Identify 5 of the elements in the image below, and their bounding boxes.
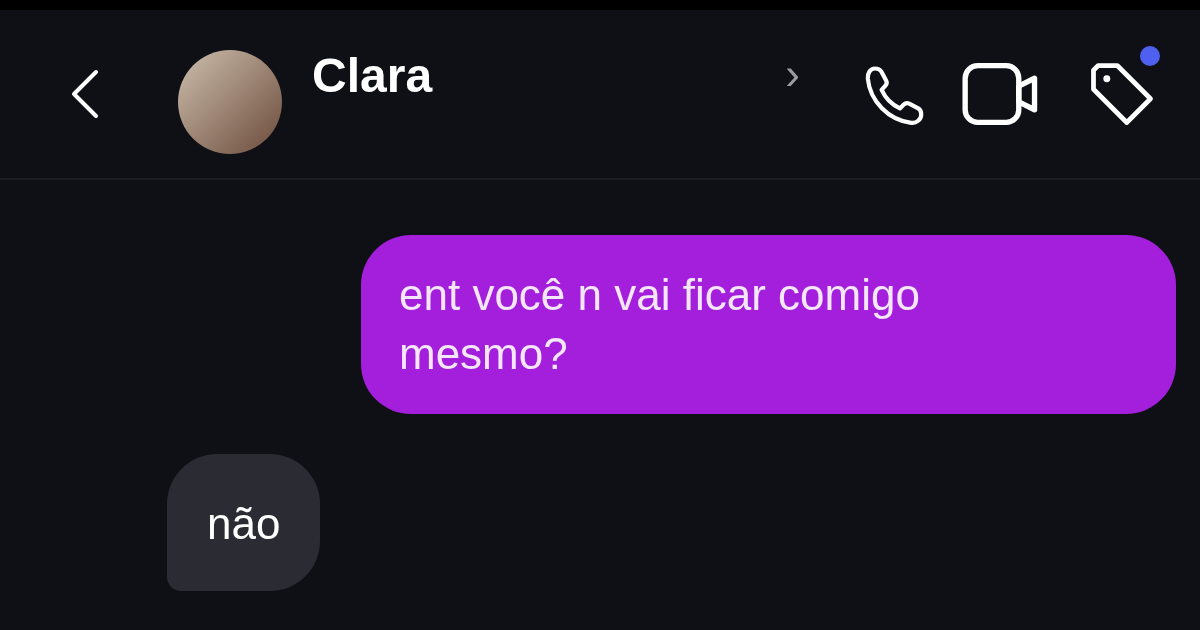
chevron-icon[interactable]: › <box>785 49 800 99</box>
sent-message: ent você n vai ficar comigo mesmo? <box>361 235 1176 414</box>
contact-name[interactable]: Clara <box>312 48 786 103</box>
received-message: não <box>167 453 321 592</box>
back-icon[interactable] <box>70 69 100 119</box>
